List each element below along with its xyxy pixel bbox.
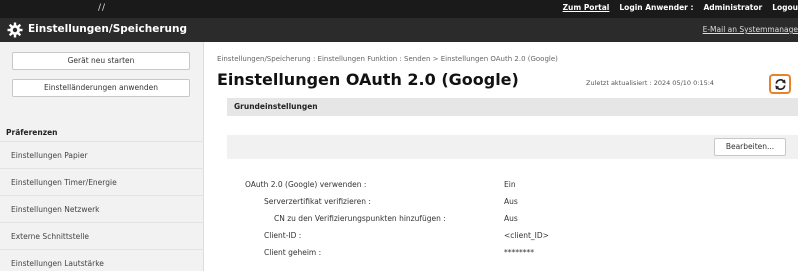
setting-value-client-id: <client_ID> (504, 231, 549, 240)
setting-value-add-cn: Aus (504, 214, 518, 223)
sidebar-item-volume[interactable]: Einstellungen Lautstärke (11, 259, 104, 268)
edit-button[interactable]: Bearbeiten... (714, 138, 786, 156)
section-header: Grundeinstellungen (227, 98, 798, 116)
sidebar-section-heading: Präferenzen (6, 128, 58, 137)
setting-label-client-id: Client-ID : (264, 231, 302, 240)
title-bar: Einstellungen/Speicherung E-Mail an Syst… (0, 18, 798, 42)
portal-link[interactable]: Zum Portal (563, 3, 610, 12)
setting-label-verify-cert: Serverzertifikat verifizieren : (264, 197, 371, 206)
sidebar-item-network[interactable]: Einstellungen Netzwerk (11, 205, 100, 214)
logout-link[interactable]: Logou (772, 3, 798, 12)
setting-label-use-oauth: OAuth 2.0 (Google) verwenden : (245, 180, 367, 189)
setting-label-add-cn: CN zu den Verifizierungspunkten hinzufüg… (274, 214, 446, 223)
restart-device-button[interactable]: Gerät neu starten (12, 52, 190, 70)
section-title: Grundeinstellungen (234, 102, 318, 111)
top-bar: // Zum Portal Login Anwender : Administr… (0, 0, 798, 18)
sidebar-divider (0, 249, 204, 250)
sidebar-divider (0, 168, 204, 169)
page-title: Einstellungen OAuth 2.0 (Google) (217, 70, 519, 89)
refresh-icon (774, 78, 786, 90)
top-bar-links: Zum Portal Login Anwender : Administrato… (563, 3, 798, 12)
app-title: Einstellungen/Speicherung (28, 23, 187, 35)
last-updated-text: Zuletzt aktualisiert : 2024 05/10 0:15:4 (586, 79, 715, 87)
refresh-button[interactable] (769, 74, 791, 94)
mail-admin-link[interactable]: E-Mail an Systemmanage (703, 25, 798, 34)
setting-value-use-oauth: Ein (504, 180, 516, 189)
sidebar-divider (0, 141, 204, 142)
sidebar-divider (0, 195, 204, 196)
sidebar-divider (0, 222, 204, 223)
apply-settings-button[interactable]: Einstelländerungen anwenden (12, 79, 190, 97)
sidebar-item-paper[interactable]: Einstellungen Papier (11, 151, 88, 160)
setting-value-client-secret: ******** (504, 248, 534, 257)
breadcrumb: Einstellungen/Speicherung : Einstellunge… (217, 55, 558, 63)
setting-label-client-secret: Client geheim : (264, 248, 322, 257)
top-bar-slashes: // (98, 3, 107, 13)
sidebar-item-timer-energy[interactable]: Einstellungen Timer/Energie (11, 178, 117, 187)
gear-icon (7, 22, 23, 38)
user-name: Administrator (703, 3, 763, 12)
sidebar: Gerät neu starten Einstelländerungen anw… (0, 42, 204, 271)
sidebar-item-external-interface[interactable]: Externe Schnittstelle (11, 232, 89, 241)
section-toolbar: Bearbeiten... (227, 135, 798, 159)
setting-value-verify-cert: Aus (504, 197, 518, 206)
login-user-label: Login Anwender : (619, 3, 694, 12)
